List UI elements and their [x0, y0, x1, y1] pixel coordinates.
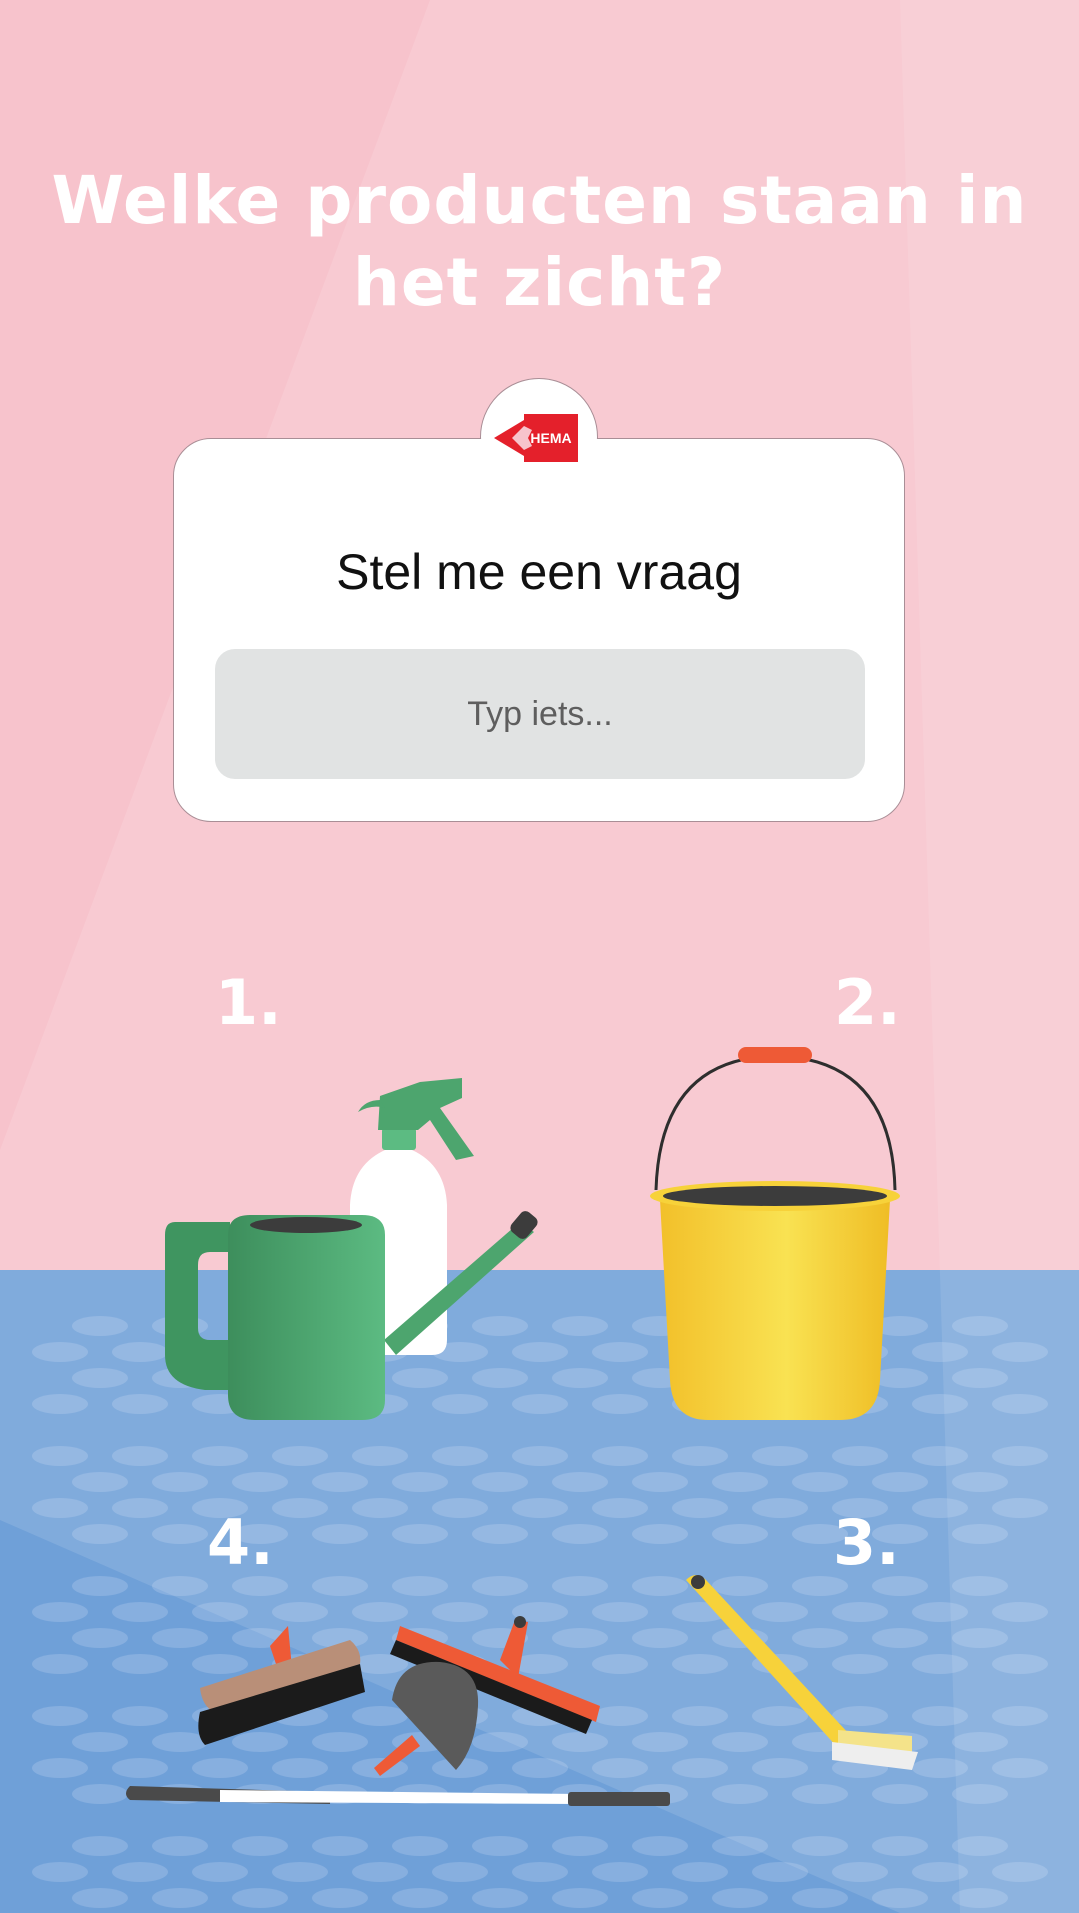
telescopic-pole-icon: [126, 1786, 670, 1806]
product-illustration: [126, 1047, 918, 1806]
watering-can-and-spray-bottle[interactable]: [165, 1078, 540, 1420]
watering-can-icon: [165, 1211, 538, 1420]
toilet-plunger-icon: [374, 1661, 479, 1776]
scrub-brush[interactable]: [686, 1575, 918, 1770]
cleaning-tools-set[interactable]: [126, 1616, 670, 1806]
story-canvas: Welke producten staan in het zicht? HEMA…: [0, 0, 1079, 1913]
scrub-brush-icon: [686, 1575, 918, 1770]
yellow-bucket[interactable]: [650, 1047, 900, 1420]
bucket-icon: [650, 1047, 900, 1420]
deck-brush-icon: [198, 1626, 365, 1745]
